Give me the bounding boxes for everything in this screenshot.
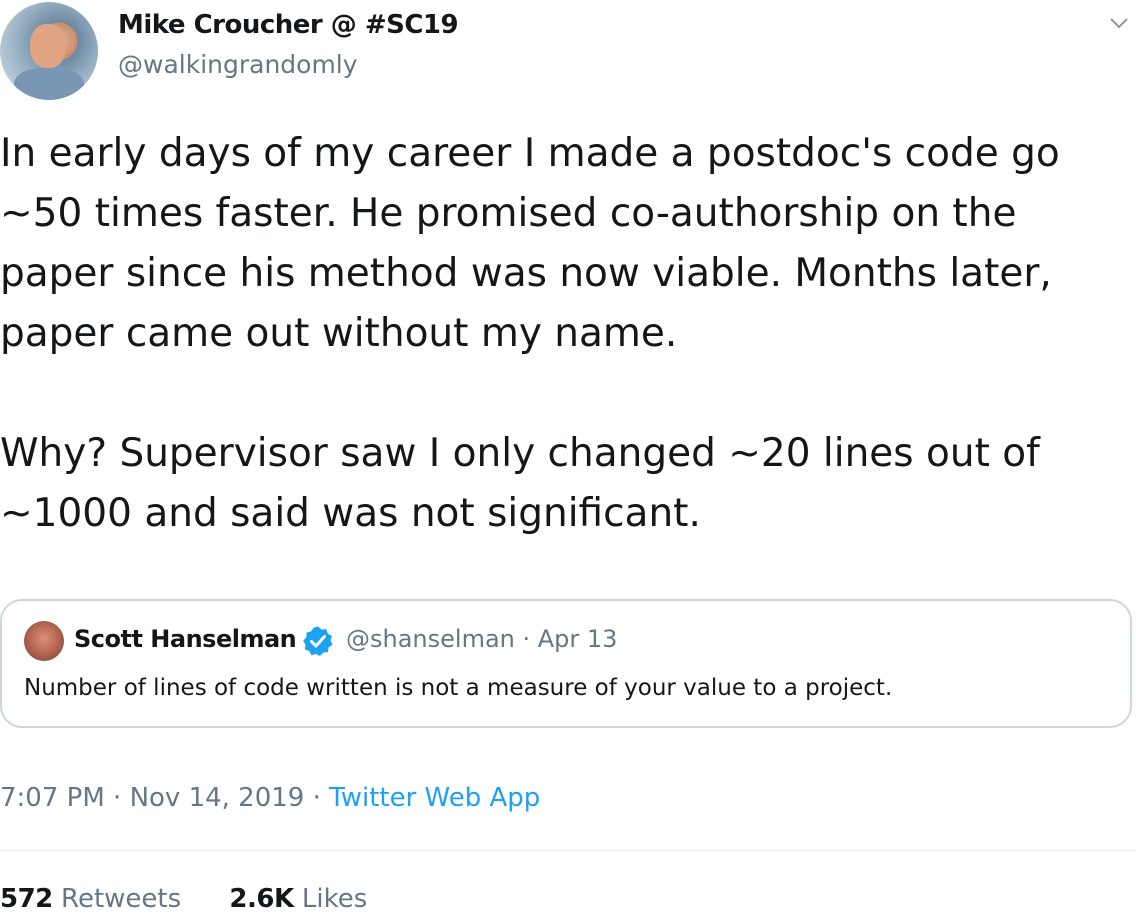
- likes-count: 2.6K: [229, 884, 294, 914]
- retweets-count: 572: [0, 884, 53, 914]
- tweet-text: In early days of my career I made a post…: [0, 124, 1130, 544]
- tweet-time[interactable]: 7:07 PM: [0, 783, 105, 813]
- likes-stat[interactable]: 2.6K Likes: [229, 884, 367, 914]
- quoted-tweet-card[interactable]: Scott Hanselman @shanselman · Apr 13 Num…: [0, 599, 1132, 728]
- avatar-face: [30, 24, 66, 68]
- quoted-author-handle: @shanselman: [346, 625, 515, 653]
- quoted-author-name: Scott Hanselman: [74, 625, 297, 653]
- tweet-date[interactable]: Nov 14, 2019: [130, 783, 305, 813]
- likes-label: Likes: [301, 884, 368, 914]
- tweet-text-line: paper since his method was now viable. M…: [0, 251, 1052, 296]
- tweet-source-link[interactable]: Twitter Web App: [329, 783, 540, 813]
- chevron-down-icon[interactable]: [1108, 12, 1130, 34]
- avatar-shirt: [14, 68, 84, 100]
- retweets-stat[interactable]: 572 Retweets: [0, 884, 181, 914]
- quoted-tweet-text: Number of lines of code written is not a…: [24, 675, 893, 701]
- tweet-text-line: ~1000 and said was not significant.: [0, 491, 701, 536]
- tweet-text-line: In early days of my career I made a post…: [0, 131, 1060, 176]
- quoted-tweet-meta: @shanselman · Apr 13: [346, 625, 617, 653]
- author-avatar[interactable]: [0, 2, 98, 100]
- tweet-text-line: paper came out without my name.: [0, 311, 678, 356]
- author-handle[interactable]: @walkingrandomly: [118, 50, 358, 79]
- quoted-tweet-date: Apr 13: [537, 625, 618, 653]
- meta-separator: ·: [304, 783, 330, 813]
- author-name[interactable]: Mike Croucher @ #SC19: [118, 10, 459, 40]
- divider: [0, 850, 1136, 851]
- quoted-author-avatar: [24, 621, 64, 661]
- retweets-label: Retweets: [61, 884, 182, 914]
- verified-badge-icon: [303, 626, 333, 656]
- meta-separator: ·: [104, 783, 130, 813]
- tweet-text-line: ~50 times faster. He promised co-authors…: [0, 191, 1017, 236]
- tweet-text-line: Why? Supervisor saw I only changed ~20 l…: [0, 431, 1040, 476]
- meta-separator: ·: [514, 625, 538, 653]
- tweet-timestamp: 7:07 PM · Nov 14, 2019 · Twitter Web App: [0, 783, 540, 813]
- tweet-stats: 572 Retweets 2.6K Likes: [0, 884, 407, 914]
